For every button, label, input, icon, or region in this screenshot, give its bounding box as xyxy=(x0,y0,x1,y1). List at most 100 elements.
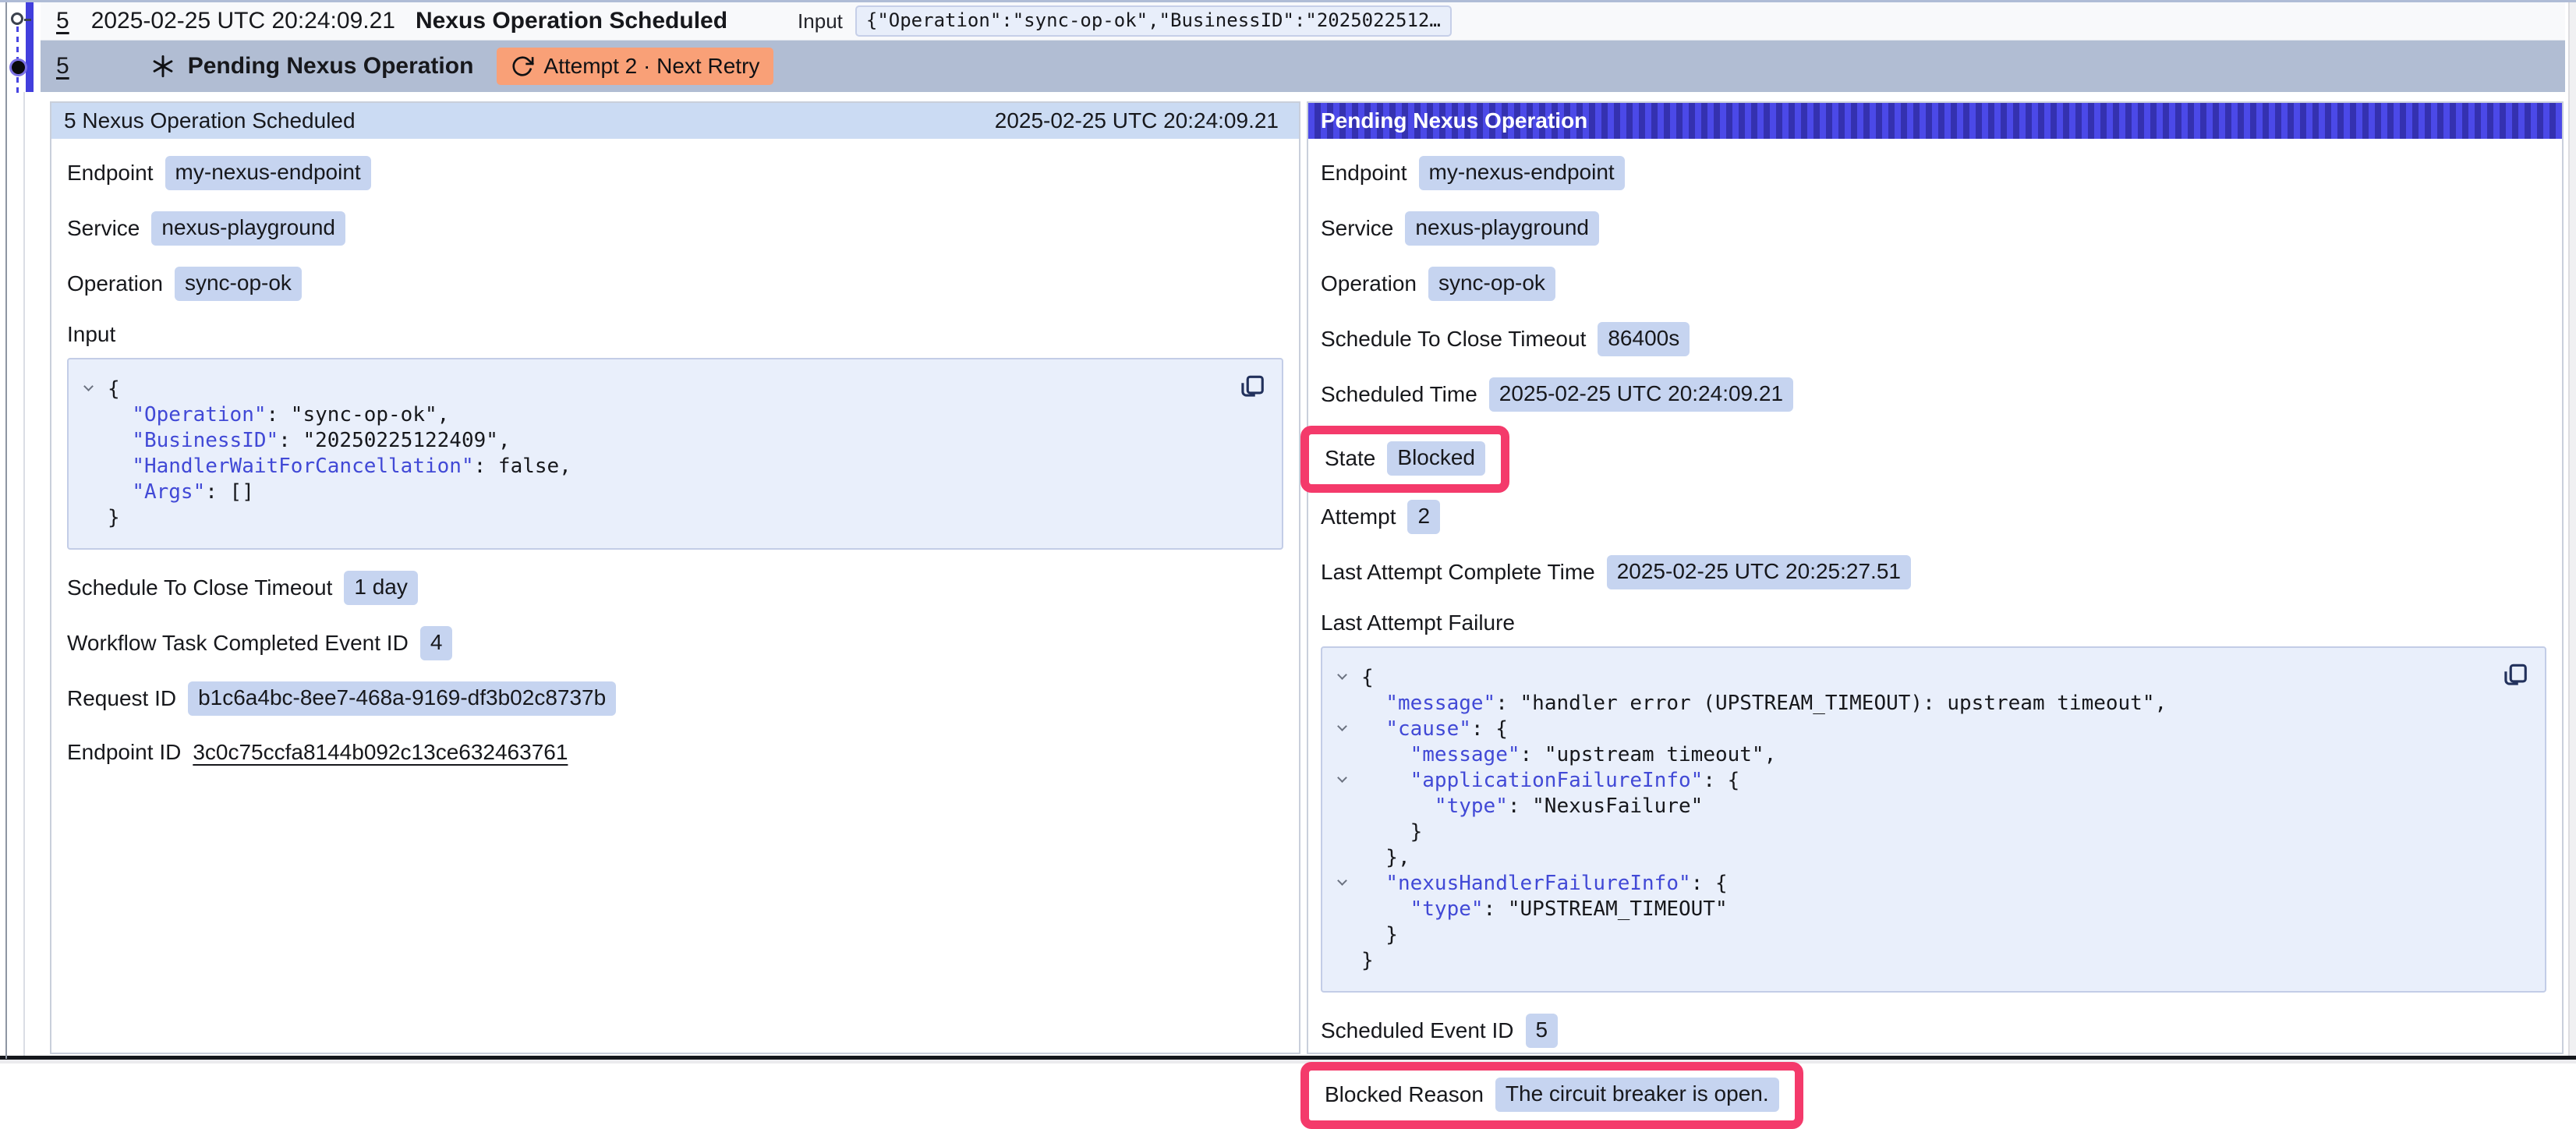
field-row: Workflow Task Completed Event ID4 xyxy=(67,626,1283,660)
code-line: "Operation": "sync-op-ok", xyxy=(78,402,1227,428)
json-text xyxy=(108,403,132,426)
code-line: { xyxy=(1332,665,2490,691)
json-key: "BusinessID" xyxy=(132,429,278,452)
window-top-border xyxy=(0,0,2576,2)
field-label: Service xyxy=(1321,216,1393,241)
json-text: : "NexusFailure" xyxy=(1508,795,1703,818)
field-label: Attempt xyxy=(1321,504,1396,529)
field-label: Scheduled Time xyxy=(1321,382,1477,407)
collapse-chevron-icon[interactable] xyxy=(1337,876,1347,886)
code-line: "type": "NexusFailure" xyxy=(1332,794,2490,819)
json-text xyxy=(1361,897,1410,921)
json-text: : "UPSTREAM_TIMEOUT" xyxy=(1484,897,1728,921)
json-key: "type" xyxy=(1435,795,1508,818)
highlight-annotation: Blocked ReasonThe circuit breaker is ope… xyxy=(1300,1062,1803,1129)
detail-region-left-border xyxy=(23,92,25,1056)
collapse-chevron-icon[interactable] xyxy=(1337,670,1347,680)
below-window-area xyxy=(0,1060,2576,1064)
field-label: Last Attempt Failure xyxy=(1321,611,2546,635)
code-line: } xyxy=(1332,819,2490,845)
event-title: Nexus Operation Scheduled xyxy=(416,8,727,34)
json-text xyxy=(1361,795,1435,818)
collapse-chevron-icon[interactable] xyxy=(1337,773,1347,783)
field-label: Endpoint ID xyxy=(67,740,181,765)
input-label: Input xyxy=(798,9,843,34)
json-text: : "upstream timeout", xyxy=(1520,743,1777,766)
code-block: { "message": "handler error (UPSTREAM_TI… xyxy=(1321,646,2546,993)
json-text: } xyxy=(1361,820,1422,844)
selected-event-accent-bar xyxy=(26,2,34,92)
json-text: : { xyxy=(1471,717,1508,741)
field-value-chip: 2 xyxy=(1407,500,1440,534)
json-text: }, xyxy=(1361,846,1410,869)
json-key: "nexusHandlerFailureInfo" xyxy=(1385,872,1690,895)
card-body: Endpoint my-nexus-endpoint Servicenexus-pl… xyxy=(1308,139,2562,1122)
asterisk-icon xyxy=(150,54,175,79)
json-key: "cause" xyxy=(1385,717,1471,741)
json-text xyxy=(108,480,132,504)
json-key: "HandlerWaitForCancellation" xyxy=(132,455,473,478)
field-value-chip: sync-op-ok xyxy=(1428,267,1555,301)
card-title: Pending Nexus Operation xyxy=(1321,108,1587,133)
copy-icon[interactable] xyxy=(2500,660,2529,690)
field-row: Blocked ReasonThe circuit breaker is ope… xyxy=(1321,1069,2546,1122)
json-text: } xyxy=(1361,923,1398,947)
code-line: "nexusHandlerFailureInfo": { xyxy=(1332,871,2490,897)
json-text xyxy=(1361,717,1385,741)
event-row-scheduled[interactable]: 5 2025-02-25 UTC 20:24:09.21 Nexus Opera… xyxy=(41,2,2565,41)
json-text: : "20250225122409", xyxy=(278,429,510,452)
field-label: Operation xyxy=(1321,271,1417,296)
card-header-time: 2025-02-25 UTC 20:24:09.21 xyxy=(995,108,1279,133)
field-row: Schedule To Close Timeout1 day xyxy=(67,571,1283,605)
card-title: 5 Nexus Operation Scheduled xyxy=(64,108,356,133)
field-label: Operation xyxy=(67,271,163,296)
field-value-chip: b1c6a4bc-8ee7-468a-9169-df3b02c8737b xyxy=(188,681,616,716)
json-text: { xyxy=(108,377,120,401)
field-value-chip: my-nexus-endpoint xyxy=(1419,156,1625,190)
field-label: Endpoint xyxy=(1321,161,1407,186)
field-value-chip: 2025-02-25 UTC 20:24:09.21 xyxy=(1489,377,1793,412)
endpoint-id-link[interactable]: 3c0c75ccfa8144b092c13ce632463761 xyxy=(193,740,568,765)
json-text: } xyxy=(108,506,120,529)
field-row: Endpoint ID 3c0c75ccfa8144b092c13ce632463… xyxy=(67,737,1283,768)
field-row: Servicenexus-playground xyxy=(1321,211,2546,246)
copy-icon[interactable] xyxy=(1237,372,1266,402)
collapse-chevron-icon[interactable] xyxy=(1337,721,1347,731)
json-text xyxy=(1361,692,1385,715)
field-row: Servicenexus-playground xyxy=(67,211,1283,246)
code-line: "HandlerWaitForCancellation": false, xyxy=(78,454,1227,480)
event-time: 2025-02-25 UTC 20:24:09.21 xyxy=(91,8,395,34)
retry-badge: Attempt 2 · Next Retry xyxy=(497,48,773,85)
event-id-link[interactable]: 5 xyxy=(56,53,69,80)
field-row: Operation sync-op-ok xyxy=(1321,267,2546,301)
json-text: : "handler error (UPSTREAM_TIMEOUT): ups… xyxy=(1495,692,2167,715)
field-label: State xyxy=(1325,446,1375,471)
field-row: Endpointmy-nexus-endpoint xyxy=(67,156,1283,190)
event-id-link[interactable]: 5 xyxy=(56,8,69,34)
json-key: "applicationFailureInfo" xyxy=(1410,769,1704,792)
json-text xyxy=(1361,872,1385,895)
retry-icon xyxy=(511,55,534,78)
field-row: Scheduled Event ID5 xyxy=(1321,1014,2546,1048)
field-value-chip: sync-op-ok xyxy=(175,267,302,301)
code-line: } xyxy=(1332,922,2490,948)
code-line: } xyxy=(78,505,1227,531)
field-value-chip: The circuit breaker is open. xyxy=(1495,1078,1779,1112)
json-text xyxy=(108,429,132,452)
field-label: Workflow Task Completed Event ID xyxy=(67,631,409,656)
collapse-chevron-icon[interactable] xyxy=(83,381,94,391)
json-text: { xyxy=(1361,666,1374,689)
json-text: : { xyxy=(1691,872,1728,895)
field-row: Endpoint my-nexus-endpoint xyxy=(1321,156,2546,190)
code-line: "BusinessID": "20250225122409", xyxy=(78,428,1227,454)
code-line: "cause": { xyxy=(1332,717,2490,742)
field-row: StateBlocked xyxy=(1321,433,2546,486)
scrollbar-gutter[interactable] xyxy=(2568,2,2576,1056)
json-key: "type" xyxy=(1410,897,1484,921)
json-key: "Args" xyxy=(132,480,205,504)
input-preview-chip[interactable]: {"Operation":"sync-op-ok","BusinessID":"… xyxy=(855,5,1452,37)
json-text: } xyxy=(1361,949,1374,972)
json-text: : "sync-op-ok", xyxy=(267,403,450,426)
field-row: Last Attempt Complete Time2025-02-25 UTC… xyxy=(1321,555,2546,589)
event-row-pending-selected[interactable]: 5 Pending Nexus Operation Attempt 2 · Ne… xyxy=(41,41,2565,92)
